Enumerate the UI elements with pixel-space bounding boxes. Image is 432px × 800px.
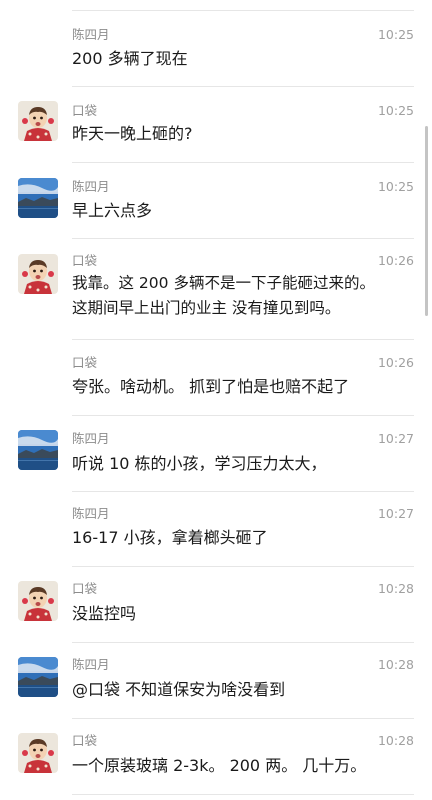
child-avatar[interactable]	[18, 254, 58, 294]
landscape-avatar[interactable]	[18, 657, 58, 697]
message-time: 10:28	[377, 581, 414, 596]
message-text: 昨天一晚上砸的?	[72, 124, 193, 143]
message-item[interactable]: 陈四月 10:25 早上六点多	[0, 162, 432, 238]
message-text: @口袋 不知道保安为啥没看到	[72, 680, 286, 699]
sender-name: 口袋	[72, 355, 98, 370]
message-text: 一个原装玻璃 2-3k。 200 两。 几十万。	[72, 756, 367, 775]
sender-name: 口袋	[72, 733, 98, 748]
sender-name: 口袋	[72, 253, 98, 268]
message-item[interactable]: 陈四月 10:27 16-17 小孩，拿着榔头砸了	[0, 491, 432, 566]
message-item[interactable]: 陈四月 10:27 听说 10 栋的小孩，学习压力太大，	[0, 415, 432, 491]
message-text: 没监控吗	[72, 604, 137, 623]
message-time: 10:26	[377, 253, 414, 268]
sender-name: 陈四月	[72, 179, 110, 194]
message-item[interactable]: 口袋 10:28 没监控吗	[0, 566, 432, 642]
message-item[interactable]: 口袋 10:26 夸张。啥动机。 抓到了怕是也赔不起了	[0, 339, 432, 415]
message-item[interactable]: 口袋 10:28 一个原装玻璃 2-3k。 200 两。 几十万。	[0, 718, 432, 794]
message-text: 听说 10 栋的小孩，学习压力太大，	[72, 454, 327, 473]
message-item[interactable]: 陈四月 10:28 @口袋 不知道保安为啥没看到	[0, 642, 432, 718]
message-time: 10:25	[377, 179, 414, 194]
sender-name: 陈四月	[72, 27, 110, 42]
sender-name: 陈四月	[72, 431, 110, 446]
sender-name: 陈四月	[72, 506, 110, 521]
chat-history[interactable]: 陈四月 10:25 200 多辆了现在 口袋 10:25 昨天一晚上砸的? 陈四…	[0, 0, 432, 800]
message-item[interactable]: 口袋 10:26 我靠。这 200 多辆不是一下子能砸过来的。 这期间早上出门的…	[0, 238, 432, 339]
sender-name: 陈四月	[72, 657, 110, 672]
message-time: 10:28	[377, 657, 414, 672]
child-avatar[interactable]	[18, 733, 58, 773]
message-time: 10:27	[377, 431, 414, 446]
message-divider	[72, 794, 414, 795]
message-time: 10:25	[377, 27, 414, 42]
message-text: 我靠。这 200 多辆不是一下子能砸过来的。 这期间早上出门的业主 没有撞见到吗…	[72, 274, 375, 317]
message-time: 10:27	[377, 506, 414, 521]
message-text: 16-17 小孩，拿着榔头砸了	[72, 528, 268, 547]
landscape-avatar[interactable]	[18, 430, 58, 470]
landscape-avatar[interactable]	[18, 178, 58, 218]
sender-name: 口袋	[72, 581, 98, 596]
sender-name: 口袋	[72, 103, 98, 118]
scrollbar[interactable]	[425, 126, 428, 316]
message-text: 早上六点多	[72, 201, 153, 220]
message-time: 10:25	[377, 103, 414, 118]
message-item[interactable]: 陈四月 10:25 200 多辆了现在	[0, 10, 432, 86]
message-time: 10:28	[377, 733, 414, 748]
message-time: 10:26	[377, 355, 414, 370]
message-item[interactable]: 口袋 10:25 昨天一晚上砸的?	[0, 86, 432, 162]
child-avatar[interactable]	[18, 581, 58, 621]
child-avatar[interactable]	[18, 101, 58, 141]
message-text: 200 多辆了现在	[72, 49, 188, 68]
message-text: 夸张。啥动机。 抓到了怕是也赔不起了	[72, 377, 350, 396]
